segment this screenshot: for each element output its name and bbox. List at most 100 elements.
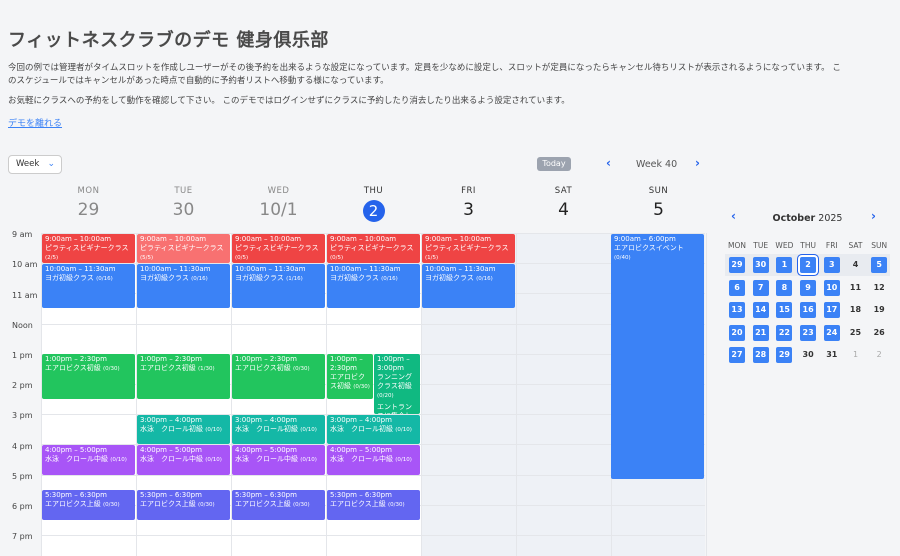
mini-calendar-day[interactable]: 19: [871, 302, 887, 318]
mini-next-month-icon[interactable]: ›: [871, 209, 876, 223]
mini-calendar-day[interactable]: 16: [800, 302, 817, 318]
time-label: 5 pm: [12, 472, 33, 481]
day-header-mon: MON 29: [41, 186, 136, 222]
event-aerobics-advanced[interactable]: 5:30pm – 6:30pm エアロビクス上級 (0/30): [137, 490, 230, 520]
chevron-down-icon: ⌄: [47, 159, 55, 169]
event-aerobics-advanced[interactable]: 5:30pm – 6:30pm エアロビクス上級 (0/30): [42, 490, 135, 520]
event-yoga[interactable]: 10:00am – 11:30am ヨガ初級クラス (0/16): [422, 264, 515, 308]
mini-calendar-day[interactable]: 3: [823, 257, 840, 273]
mini-calendar-day[interactable]: 14: [752, 302, 769, 318]
event-aerobics-beginner[interactable]: 1:00pm – 2:30pm エアロビクス初級 (1/30): [137, 354, 230, 399]
event-pilates[interactable]: 9:00am – 10:00am ピラティスビギナークラス (0/5): [232, 234, 325, 263]
event-yoga[interactable]: 10:00am – 11:30am ヨガ初級クラス (0/16): [327, 264, 420, 308]
time-label: 7 pm: [12, 532, 33, 541]
day-name: FRI: [461, 186, 476, 196]
event-yoga[interactable]: 10:00am – 11:30am ヨガ初級クラス (0/16): [137, 264, 230, 308]
event-yoga[interactable]: 10:00am – 11:30am ヨガ初級クラス (0/16): [42, 264, 135, 308]
event-swim-beginner[interactable]: 3:00pm – 4:00pm 水泳 クロール初級 (0/10): [232, 415, 325, 444]
event-yoga[interactable]: 10:00am – 11:30am ヨガ初級クラス (1/16): [232, 264, 325, 308]
mini-calendar-day[interactable]: 1: [848, 347, 864, 363]
mini-calendar-day[interactable]: 10: [823, 279, 840, 296]
time-label: 9 am: [12, 230, 33, 239]
event-swim-intermediate[interactable]: 4:00pm – 5:00pm 水泳 クロール中級 (0/10): [232, 445, 325, 475]
mini-dow-label: WED: [775, 241, 794, 250]
event-swim-beginner[interactable]: 3:00pm – 4:00pm 水泳 クロール初級 (0/10): [137, 415, 230, 444]
mini-calendar-day[interactable]: 23: [800, 324, 817, 341]
mini-calendar-day[interactable]: 6: [729, 279, 745, 296]
event-aerobics-advanced[interactable]: 5:30pm – 6:30pm エアロビクス上級 (0/30): [327, 490, 420, 520]
day-header-tue: TUE 30: [136, 186, 231, 222]
view-select[interactable]: Week ⌄: [8, 155, 62, 174]
mini-calendar-day[interactable]: 1: [776, 257, 793, 273]
day-number: 29: [77, 200, 100, 220]
mini-calendar-day[interactable]: 28: [752, 347, 769, 363]
mini-calendar-day[interactable]: 31: [824, 347, 840, 363]
event-aerobics-special[interactable]: 9:00am – 6:00pm エアロビクスイベント (0/40): [611, 234, 704, 479]
mini-calendar-day[interactable]: 5: [871, 257, 888, 273]
mini-calendar-day[interactable]: 20: [729, 324, 745, 341]
mini-calendar-day[interactable]: 24: [823, 324, 840, 341]
event-pilates[interactable]: 9:00am – 10:00am ピラティスビギナークラス (2/5): [42, 234, 135, 263]
leave-demo-link[interactable]: デモを離れる: [8, 116, 62, 129]
day-header-sat: SAT 4: [516, 186, 611, 222]
mini-calendar-day[interactable]: 21: [752, 324, 769, 341]
event-aerobics-beginner[interactable]: 1:00pm – 2:30pm エアロビクス初級 (0/30): [327, 354, 373, 399]
mini-calendar-day[interactable]: 2: [800, 257, 817, 273]
mini-calendar-day[interactable]: 2: [871, 347, 887, 363]
mini-calendar-day[interactable]: 25: [848, 325, 864, 341]
mini-calendar-day[interactable]: 9: [800, 279, 817, 296]
mini-calendar-day[interactable]: 8: [776, 279, 793, 296]
mini-calendar-day[interactable]: 30: [800, 347, 816, 363]
mini-calendar-day[interactable]: 11: [848, 280, 864, 296]
mini-calendar-day[interactable]: 27: [729, 347, 745, 363]
today-button[interactable]: Today: [537, 157, 571, 171]
mini-calendar-day[interactable]: 7: [752, 279, 769, 296]
event-running-beginner[interactable]: 1:00pm – 3:00pmランニングクラス初級 (0/20)エントランスに集…: [374, 354, 420, 414]
time-label: 6 pm: [12, 502, 33, 511]
mini-dow-label: SAT: [848, 241, 863, 250]
event-aerobics-beginner[interactable]: 1:00pm – 2:30pm エアロビクス初級 (0/30): [42, 354, 135, 399]
event-pilates[interactable]: 9:00am – 10:00am ピラティスビギナークラス (5/5): [137, 234, 230, 263]
mini-calendar-day[interactable]: 4: [848, 257, 864, 273]
mini-calendar-header: ‹ October 2025 ›: [725, 205, 890, 231]
mini-calendar-day[interactable]: 17: [823, 302, 840, 318]
view-select-value: Week: [16, 159, 40, 169]
day-name: MON: [77, 186, 100, 196]
mini-dow-label: TUE: [753, 241, 769, 250]
day-header-wed: WED 10/1: [231, 186, 326, 222]
time-label: 11 am: [12, 291, 38, 300]
mini-calendar-day[interactable]: 30: [752, 257, 769, 273]
mini-calendar-day[interactable]: 15: [776, 302, 793, 318]
event-pilates[interactable]: 9:00am – 10:00am ピラティスビギナークラス (1/5): [422, 234, 515, 263]
mini-dow-label: THU: [800, 241, 816, 250]
event-swim-intermediate[interactable]: 4:00pm – 5:00pm 水泳 クロール中級 (0/10): [42, 445, 135, 475]
event-aerobics-beginner[interactable]: 1:00pm – 2:30pm エアロビクス初級 (0/30): [232, 354, 325, 399]
prev-week-button[interactable]: ‹: [606, 156, 611, 170]
description-1: 今回の例では管理者がタイムスロットを作成しユーザーがその後予約を出来るような設定…: [8, 62, 888, 88]
day-number: 4: [558, 200, 569, 220]
mini-calendar-day[interactable]: 26: [871, 325, 887, 341]
mini-calendar-day[interactable]: 18: [848, 302, 864, 318]
mini-dow-label: MON: [728, 241, 746, 250]
time-label: Noon: [12, 321, 33, 330]
day-gridline: [516, 233, 517, 556]
event-swim-intermediate[interactable]: 4:00pm – 5:00pm 水泳 クロール中級 (0/10): [327, 445, 420, 475]
mini-calendar-day[interactable]: 29: [776, 347, 793, 363]
mini-calendar-day[interactable]: 12: [871, 280, 887, 296]
mini-calendar-day[interactable]: 22: [776, 324, 793, 341]
event-swim-intermediate[interactable]: 4:00pm – 5:00pm 水泳 クロール中級 (0/10): [137, 445, 230, 475]
day-number: 3: [463, 200, 474, 220]
mini-calendar-month: October: [772, 213, 816, 224]
day-name: WED: [267, 186, 290, 196]
time-label: 10 am: [12, 260, 38, 269]
event-pilates[interactable]: 9:00am – 10:00am ピラティスビギナークラス (0/5): [327, 234, 420, 263]
mini-calendar-day[interactable]: 29: [729, 257, 745, 273]
week-label: Week 40: [636, 159, 678, 170]
description-line: のスケジュールではキャンセルがあった時点で自動的に予約者リストへ移動する様になっ…: [8, 76, 389, 86]
event-swim-beginner[interactable]: 3:00pm – 4:00pm 水泳 クロール初級 (0/10): [327, 415, 420, 444]
mini-calendar: ‹ October 2025 › MON TUE WED THU FRI SAT SUN 29…: [725, 205, 890, 363]
mini-calendar-day[interactable]: 13: [729, 302, 745, 318]
next-week-button[interactable]: ›: [695, 156, 700, 170]
event-aerobics-advanced[interactable]: 5:30pm – 6:30pm エアロビクス上級 (0/30): [232, 490, 325, 520]
day-header-thu: THU 2: [326, 186, 421, 222]
